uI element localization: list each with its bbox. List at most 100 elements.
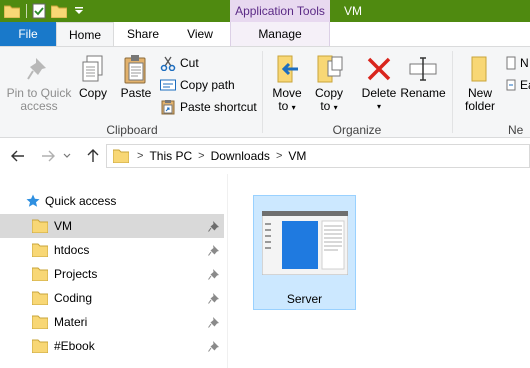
copy-button[interactable]: Copy [76,53,110,100]
folder-icon [32,339,48,353]
group-separator [452,51,453,133]
copy-to-label-2: to ▾ [320,99,338,113]
breadcrumb-chevron-icon[interactable]: > [198,150,204,162]
pin-icon[interactable] [208,244,220,256]
file-tile-server[interactable]: Server [253,195,356,310]
breadcrumb-vm[interactable]: VM [288,149,306,163]
address-bar[interactable]: > This PC > Downloads > VM [106,144,530,168]
star-icon [26,194,40,208]
copy-icon [77,53,109,85]
organize-group-label: Organize [332,123,382,137]
address-folder-icon [113,149,129,163]
new-item-icon [506,55,516,71]
new-folder-qat-icon[interactable] [51,3,67,19]
folder-icon [32,219,48,233]
copy-path-label: Copy path [180,78,235,92]
sidebar-item-projects[interactable]: Projects [0,262,224,286]
cut-label: Cut [180,56,199,70]
clipboard-group-label: Clipboard [106,123,158,137]
new-folder-icon [464,53,496,85]
sidebar-item-label: htdocs [54,243,90,257]
window-title: VM [344,4,362,18]
sidebar-item-vm[interactable]: VM [0,214,224,238]
move-to-button[interactable]: Move to ▾ [268,53,306,114]
quick-access-label: Quick access [45,194,117,208]
tab-share[interactable]: Share [118,22,168,46]
server-thumbnail-icon [262,211,348,275]
easy-access-label: Ea [520,78,530,92]
properties-icon[interactable] [31,3,47,19]
folder-icon [32,291,48,305]
move-to-label-2: to ▾ [278,99,296,113]
qat-separator [26,4,27,18]
breadcrumb-downloads[interactable]: Downloads [211,149,270,163]
breadcrumb-chevron-icon[interactable]: > [276,150,282,162]
tab-manage[interactable]: Manage [230,22,330,46]
sidebar-item-coding[interactable]: Coding [0,286,224,310]
paste-shortcut-button[interactable]: Paste shortcut [160,97,257,117]
folder-icon [32,267,48,281]
new-item-button[interactable]: N [506,53,529,73]
sidebar-item-label: Projects [54,267,98,281]
quick-access-item[interactable]: Quick access [0,191,116,211]
paste-icon [120,53,152,85]
sidebar-item-label: Coding [54,291,93,305]
tab-view[interactable]: View [174,22,226,46]
rename-button[interactable]: Rename [400,53,446,100]
rename-label: Rename [400,86,446,100]
paste-shortcut-icon [160,99,176,115]
tab-home[interactable]: Home [56,22,114,46]
title-bar: Application Tools VM [0,0,530,22]
customize-qat-chevron-icon[interactable] [71,3,87,19]
copy-path-icon [160,77,176,93]
new-group-label: Ne [508,123,524,137]
pin-icon[interactable] [208,220,220,232]
pin-icon[interactable] [208,292,220,304]
cut-button[interactable]: Cut [160,53,199,73]
sidebar-item-label: VM [54,219,72,233]
quick-access-toolbar [0,0,87,22]
back-arrow-icon[interactable] [10,148,26,164]
sidebar-item-label: Materi [54,315,88,329]
pin-icon[interactable] [208,268,220,280]
ribbon-tabs: File Home Share View Manage [0,22,530,46]
copy-to-button[interactable]: Copy to ▾ [310,53,348,114]
group-separator [262,51,263,133]
pin-icon[interactable] [208,340,220,352]
pin-to-quick-access-button[interactable]: Pin to Quick access [6,53,72,113]
navigation-pane: Quick access VM htdocs Projects Coding M… [0,174,224,368]
easy-access-icon [506,77,516,93]
move-to-icon [271,53,303,85]
copy-label: Copy [78,86,107,100]
ribbon: Pin to Quick access Copy Paste Cut Copy … [0,46,530,138]
tab-file[interactable]: File [0,22,56,46]
new-item-label: N [520,56,529,70]
delete-button[interactable]: Delete ▾ [360,53,398,113]
paste-button[interactable]: Paste [118,53,154,100]
new-folder-button[interactable]: New folder [460,53,500,113]
context-tab-application-tools: Application Tools [230,0,330,22]
sidebar-item-label: #Ebook [54,339,95,353]
up-arrow-icon[interactable] [85,148,101,164]
paste-shortcut-label: Paste shortcut [180,100,257,114]
pane-divider[interactable] [227,174,228,368]
copy-path-button[interactable]: Copy path [160,75,235,95]
delete-x-icon [363,53,395,85]
app-folder-icon[interactable] [4,3,20,19]
scissors-icon [160,55,176,71]
navigation-bar: > This PC > Downloads > VM [0,138,530,174]
breadcrumb-chevron-icon[interactable]: > [137,150,143,162]
sidebar-item-htdocs[interactable]: htdocs [0,238,224,262]
easy-access-button[interactable]: Ea [506,75,530,95]
sidebar-item-ebook[interactable]: #Ebook [0,334,224,358]
recent-locations-chevron-icon[interactable] [62,148,72,164]
delete-label: Delete [361,86,397,100]
delete-dropdown-chevron-icon[interactable]: ▾ [377,100,381,113]
sidebar-item-materi[interactable]: Materi [0,310,224,334]
pin-icon[interactable] [208,316,220,328]
new-folder-label-2: folder [464,99,496,113]
breadcrumb-this-pc[interactable]: This PC [149,149,192,163]
pin-icon [23,53,55,85]
forward-arrow-icon[interactable] [40,148,56,164]
pin-to-quick-access-label-2: access [20,99,58,113]
